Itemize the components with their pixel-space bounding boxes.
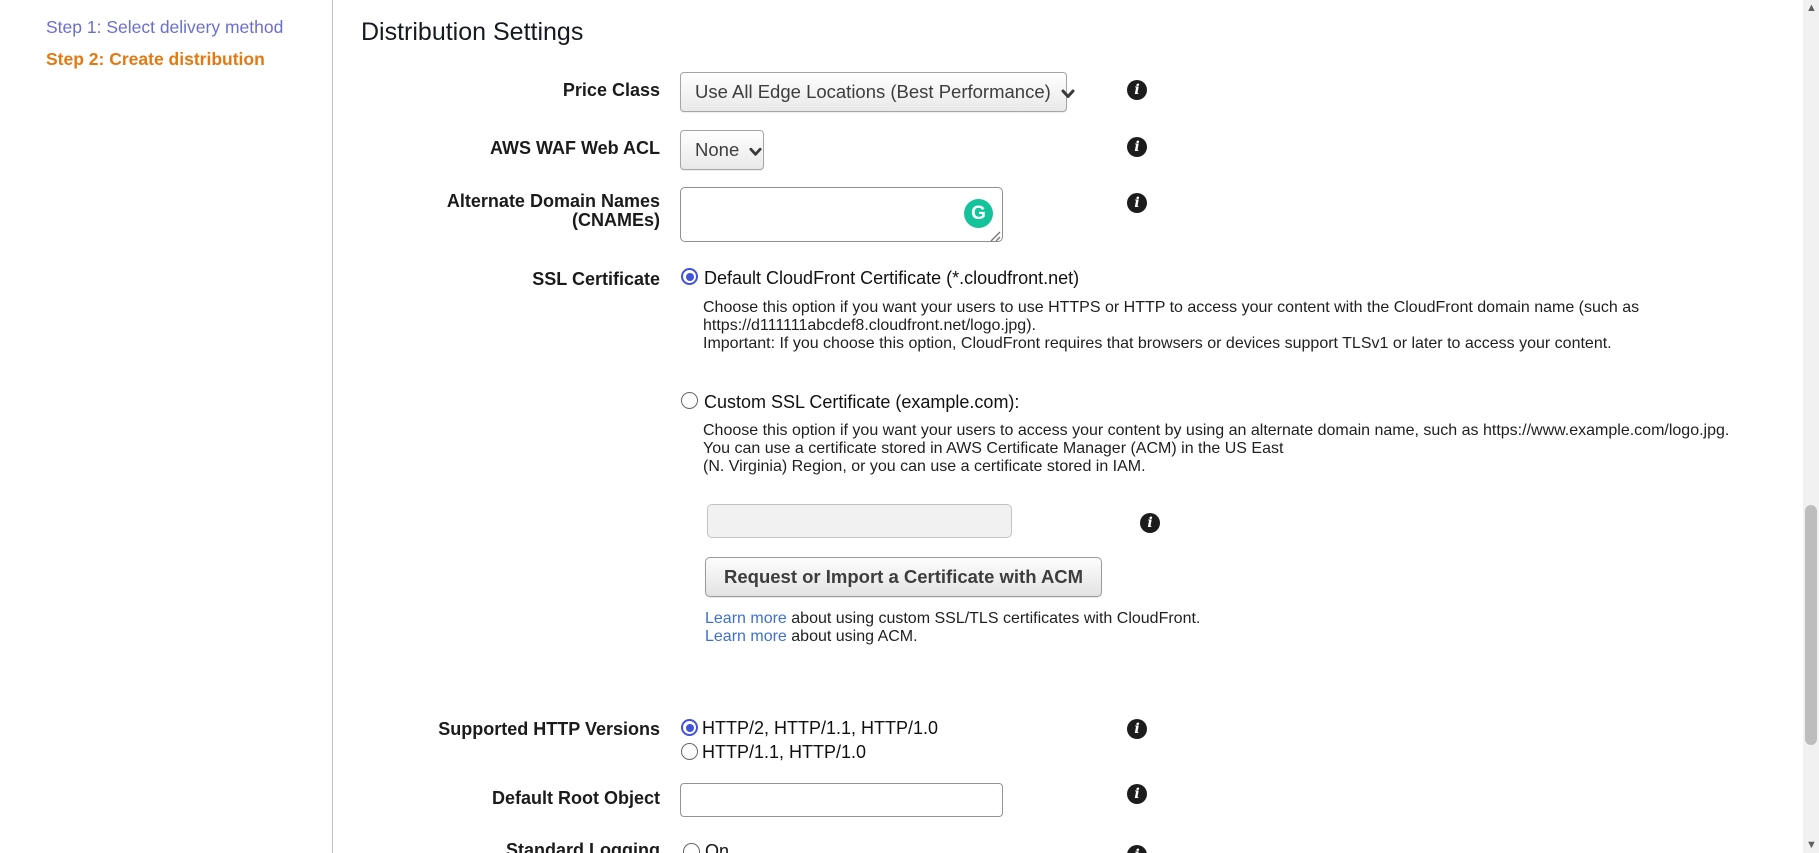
http-versions-info-icon[interactable]: i [1127,719,1147,739]
sidebar-step-2-current: Step 2: Create distribution [46,49,265,70]
default-root-object-label: Default Root Object [300,789,660,808]
page-title: Distribution Settings [361,18,583,47]
price-class-value: Use All Edge Locations (Best Performance… [695,81,1051,103]
custom-ssl-certificate-input[interactable] [707,504,1012,538]
price-class-dropdown[interactable]: Use All Edge Locations (Best Performance… [680,72,1067,112]
cnames-label-line1: Alternate Domain Names [300,192,660,211]
scrollbar-down-arrow-icon[interactable]: ▼ [1806,840,1816,850]
learn-more-acm-text: about using ACM. [787,628,918,645]
ssl-default-radio-label[interactable]: Default CloudFront Certificate (*.cloudf… [704,268,1079,289]
cnames-info-icon[interactable]: i [1127,193,1147,213]
standard-logging-on-label[interactable]: On [705,841,729,853]
cloudfront-create-distribution-page: Step 1: Select delivery method Step 2: C… [0,0,1819,853]
vertical-scrollbar-thumb[interactable] [1805,505,1817,745]
learn-more-custom-ssl-text: about using custom SSL/TLS certificates … [787,610,1201,627]
price-class-info-icon[interactable]: i [1127,80,1147,100]
http2-radio-label[interactable]: HTTP/2, HTTP/1.1, HTTP/1.0 [702,718,938,739]
learn-more-acm-link[interactable]: Learn more [705,628,787,645]
textarea-resize-handle-icon[interactable] [989,229,1001,241]
default-root-object-input[interactable] [680,783,1003,817]
waf-web-acl-label: AWS WAF Web ACL [300,139,660,158]
cnames-textarea[interactable] [680,187,1003,242]
request-import-certificate-acm-button[interactable]: Request or Import a Certificate with ACM [705,557,1102,597]
ssl-default-radio[interactable] [681,268,698,285]
scrollbar-up-arrow-icon[interactable]: ▲ [1806,3,1816,13]
ssl-default-description: Choose this option if you want your user… [703,299,1639,353]
wizard-steps-sidebar: Step 1: Select delivery method Step 2: C… [0,0,333,853]
http11-radio[interactable] [681,743,698,760]
http2-radio[interactable] [681,719,698,736]
ssl-custom-radio-label[interactable]: Custom SSL Certificate (example.com): [704,392,1019,413]
waf-web-acl-dropdown[interactable]: None [680,130,764,170]
default-root-object-info-icon[interactable]: i [1127,784,1147,804]
ssl-custom-description: Choose this option if you want your user… [703,422,1729,476]
price-class-label: Price Class [300,81,660,100]
cnames-label: Alternate Domain Names (CNAMEs) [300,192,660,230]
waf-web-acl-value: None [695,139,739,161]
certificate-input-info-icon[interactable]: i [1140,513,1160,533]
learn-more-custom-ssl: Learn more about using custom SSL/TLS ce… [705,610,1200,628]
chevron-down-icon [1061,82,1075,104]
grammarly-icon[interactable]: G [964,199,993,228]
http11-radio-label[interactable]: HTTP/1.1, HTTP/1.0 [702,742,866,763]
chevron-down-icon [749,140,762,162]
standard-logging-label: Standard Logging [300,841,660,853]
http-versions-label: Supported HTTP Versions [300,720,660,739]
learn-more-acm: Learn more about using ACM. [705,628,918,646]
cnames-label-line2: (CNAMEs) [300,211,660,230]
standard-logging-info-icon[interactable]: i [1127,845,1147,853]
sidebar-step-1-link[interactable]: Step 1: Select delivery method [46,17,283,38]
learn-more-custom-ssl-link[interactable]: Learn more [705,610,787,627]
ssl-custom-radio[interactable] [681,392,698,409]
waf-web-acl-info-icon[interactable]: i [1127,137,1147,157]
standard-logging-on-radio[interactable] [683,843,700,853]
ssl-certificate-label: SSL Certificate [300,270,660,289]
